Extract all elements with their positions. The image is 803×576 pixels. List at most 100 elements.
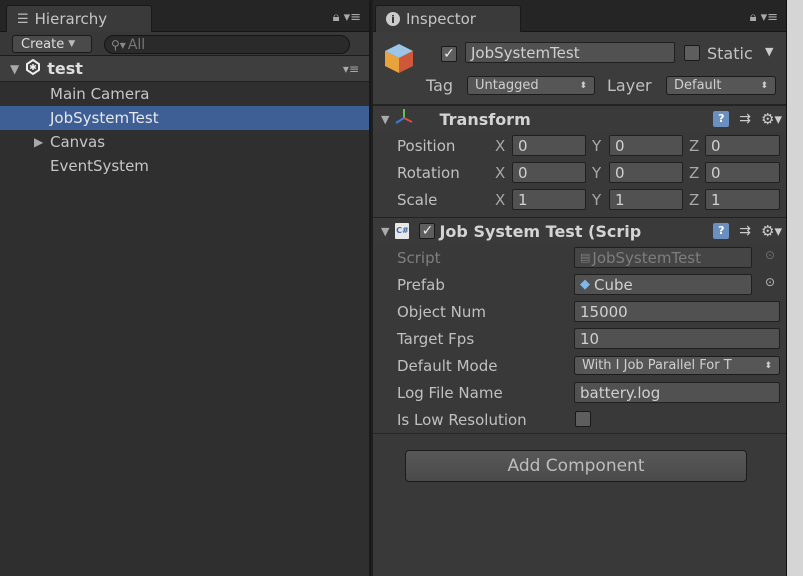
lock-icon[interactable]: 🔒︎: [333, 10, 340, 25]
axis-y-label: Y: [592, 190, 602, 209]
field-value: Cube: [594, 275, 633, 294]
prefab-field[interactable]: ◆ Cube: [574, 274, 752, 295]
scene-name: test: [47, 59, 83, 78]
transform-header[interactable]: ▼ Transform ? ⇉ ⚙▾: [373, 105, 786, 132]
rotation-z-field[interactable]: 0: [705, 162, 780, 183]
lock-icon[interactable]: 🔒︎: [750, 10, 757, 25]
static-dropdown-icon[interactable]: ▼: [765, 45, 773, 58]
target-fps-label: Target Fps: [397, 329, 475, 348]
scale-x-field[interactable]: 1: [512, 189, 586, 210]
axis-x-label: X: [495, 136, 506, 155]
unity-logo-icon: [25, 58, 41, 79]
chevron-down-icon: ▼: [68, 39, 76, 49]
inspector-panel: i Inspector 🔒︎ ▾≡ ✓ JobSystemTest Static…: [373, 0, 786, 576]
component-divider: [373, 433, 786, 434]
tag-value: Untagged: [475, 78, 539, 93]
list-item[interactable]: Main Camera: [0, 82, 369, 106]
layer-dropdown[interactable]: Default ⬍: [666, 76, 776, 95]
tab-label: Inspector: [406, 10, 476, 28]
tab-hierarchy[interactable]: ☰ Hierarchy: [6, 5, 152, 32]
list-item[interactable]: JobSystemTest: [0, 106, 369, 130]
foldout-arrow-icon[interactable]: ▼: [10, 62, 19, 76]
rotation-x-field[interactable]: 0: [512, 162, 586, 183]
updown-arrows-icon: ⬍: [764, 360, 772, 371]
log-file-field[interactable]: battery.log: [574, 382, 780, 403]
prefab-cube-icon: ◆: [580, 277, 590, 292]
object-picker-icon: ⊙: [765, 248, 776, 262]
scene-row[interactable]: ▼ test ▾≡: [0, 56, 369, 82]
menu-icon[interactable]: ▾≡: [761, 10, 778, 25]
search-placeholder: All: [127, 36, 146, 53]
menu-icon[interactable]: ▾≡: [344, 10, 361, 25]
log-file-row: Log File Name battery.log: [373, 379, 786, 406]
preset-icon[interactable]: ⇉: [739, 223, 751, 239]
position-label: Position: [397, 136, 456, 155]
scale-row: Scale X 1 Y 1 Z 1: [373, 186, 786, 213]
preset-icon[interactable]: ⇉: [739, 111, 751, 127]
static-label: Static: [707, 44, 753, 63]
foldout-arrow-icon[interactable]: ▼: [381, 225, 389, 238]
gear-icon[interactable]: ⚙▾: [761, 222, 782, 240]
field-value: 15000: [580, 302, 628, 321]
tab-inspector[interactable]: i Inspector: [375, 5, 521, 32]
foldout-arrow-icon[interactable]: ▼: [381, 113, 389, 126]
tag-label: Tag: [426, 76, 454, 95]
updown-arrows-icon: ⬍: [760, 80, 768, 91]
inspector-tabbar: i Inspector 🔒︎ ▾≡: [373, 0, 786, 32]
rotation-label: Rotation: [397, 163, 460, 182]
script-row: Script ▤ JobSystemTest ⊙: [373, 244, 786, 271]
default-mode-row: Default Mode With I Job Parallel For T ⬍: [373, 352, 786, 379]
search-input[interactable]: ⚲▾ All: [104, 35, 350, 54]
info-icon: i: [386, 12, 400, 26]
item-label: Canvas: [50, 133, 106, 151]
hierarchy-tab-options: 🔒︎ ▾≡: [333, 10, 361, 25]
list-item[interactable]: EventSystem: [0, 154, 369, 178]
static-checkbox[interactable]: [684, 45, 700, 61]
script-label: Script: [397, 248, 441, 267]
layer-label: Layer: [607, 76, 652, 95]
hierarchy-list: Main Camera JobSystemTest ▶ Canvas Event…: [0, 82, 369, 178]
search-icon: ⚲▾: [111, 37, 126, 52]
prefab-row: Prefab ◆ Cube ⊙: [373, 271, 786, 298]
help-icon[interactable]: ?: [713, 223, 730, 239]
window-edge: [786, 0, 803, 576]
position-z-field[interactable]: 0: [705, 135, 780, 156]
scale-y-field[interactable]: 1: [609, 189, 683, 210]
transform-icon: [395, 108, 413, 130]
list-icon: ☰: [17, 11, 29, 27]
active-checkbox[interactable]: ✓: [441, 46, 457, 62]
gameobject-cube-icon: [383, 42, 415, 74]
object-picker-icon[interactable]: ⊙: [765, 275, 775, 289]
rotation-y-field[interactable]: 0: [609, 162, 683, 183]
foldout-arrow-icon[interactable]: ▶: [34, 135, 43, 149]
default-mode-dropdown[interactable]: With I Job Parallel For T ⬍: [574, 356, 780, 375]
component-enabled-checkbox[interactable]: ✓: [419, 223, 436, 239]
tag-dropdown[interactable]: Untagged ⬍: [467, 76, 595, 95]
item-label: Main Camera: [50, 85, 150, 103]
low-res-label: Is Low Resolution: [397, 410, 527, 429]
axis-z-label: Z: [689, 190, 700, 209]
gear-icon[interactable]: ⚙▾: [761, 110, 782, 128]
object-num-field[interactable]: 15000: [574, 301, 780, 322]
create-button[interactable]: Create ▼: [12, 35, 92, 53]
scene-menu-icon[interactable]: ▾≡: [343, 62, 359, 76]
axis-z-label: Z: [689, 136, 700, 155]
axis-x-label: X: [495, 163, 506, 182]
add-component-button[interactable]: Add Component: [405, 450, 747, 482]
axis-z-label: Z: [689, 163, 700, 182]
hierarchy-toolbar: Create ▼ ⚲▾ All: [0, 32, 369, 56]
position-x-field[interactable]: 0: [512, 135, 586, 156]
scale-z-field[interactable]: 1: [705, 189, 780, 210]
low-res-row: Is Low Resolution: [373, 406, 786, 433]
target-fps-field[interactable]: 10: [574, 328, 780, 349]
tab-label: Hierarchy: [34, 10, 108, 28]
help-icon[interactable]: ?: [713, 111, 730, 127]
log-file-label: Log File Name: [397, 383, 503, 402]
list-item[interactable]: ▶ Canvas: [0, 130, 369, 154]
position-y-field[interactable]: 0: [609, 135, 683, 156]
object-name-field[interactable]: JobSystemTest: [465, 42, 675, 63]
low-res-checkbox[interactable]: [575, 411, 591, 427]
script-file-icon: ▤: [580, 251, 591, 264]
layer-value: Default: [674, 78, 722, 93]
script-component-header[interactable]: ▼ C# ✓ Job System Test (Scrip ? ⇉ ⚙▾: [373, 217, 786, 244]
